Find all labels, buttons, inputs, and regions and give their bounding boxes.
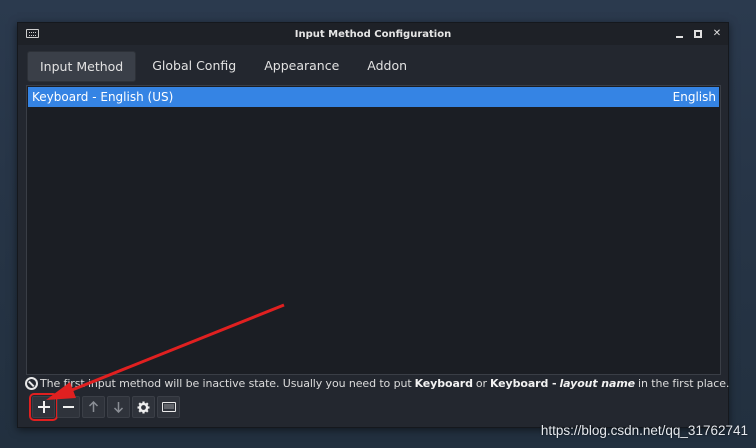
minimize-button[interactable] [674,29,684,39]
tab-appearance[interactable]: Appearance [252,51,351,80]
add-input-method-button[interactable] [29,393,58,421]
input-method-language: English [672,90,716,104]
plus-icon [37,401,50,413]
hint-bold-keyboard-dash: Keyboard - [489,376,557,390]
configure-button[interactable] [132,396,155,418]
watermark-text: https://blog.csdn.net/qq_31762741 [540,423,748,438]
close-icon: ✕ [712,28,722,39]
hint-bold-keyboard: Keyboard [414,376,473,390]
list-item[interactable]: Keyboard - English (US) English [28,87,719,107]
maximize-icon [694,30,702,38]
input-method-list[interactable]: Keyboard - English (US) English [26,85,721,375]
hint-italic-layout-name: layout name [559,376,636,390]
no-entry-icon [25,376,38,390]
window-controls: ✕ [674,23,722,45]
keyboard-layout-button[interactable] [157,396,180,418]
input-method-name: Keyboard - English (US) [32,90,174,104]
tab-bar: Input Method Global Config Appearance Ad… [27,51,419,82]
tab-addon[interactable]: Addon [355,51,419,80]
minimize-icon [675,36,683,38]
input-method-config-window: Input Method Configuration ✕ Input Metho… [17,22,729,428]
hint-or: or [475,376,487,390]
tab-global-config[interactable]: Global Config [140,51,248,80]
hint-prefix: The first input method will be inactive … [40,376,412,390]
window-title: Input Method Configuration [294,28,452,40]
keyboard-icon [161,402,176,412]
tab-input-method[interactable]: Input Method [27,51,137,82]
title-bar[interactable]: Input Method Configuration ✕ [18,23,728,45]
arrow-down-icon [113,402,124,413]
move-down-button[interactable] [107,396,130,418]
hint-suffix: in the first place. [638,376,730,390]
keyboard-app-icon [26,29,39,38]
remove-input-method-button[interactable] [57,396,80,418]
minus-icon [63,406,74,408]
hint-message: The first input method will be inactive … [25,375,729,391]
move-up-button[interactable] [82,396,105,418]
maximize-button[interactable] [693,29,703,39]
arrow-up-icon [88,401,99,412]
gear-icon [137,401,150,413]
close-button[interactable]: ✕ [712,29,722,39]
list-toolbar [29,393,180,421]
